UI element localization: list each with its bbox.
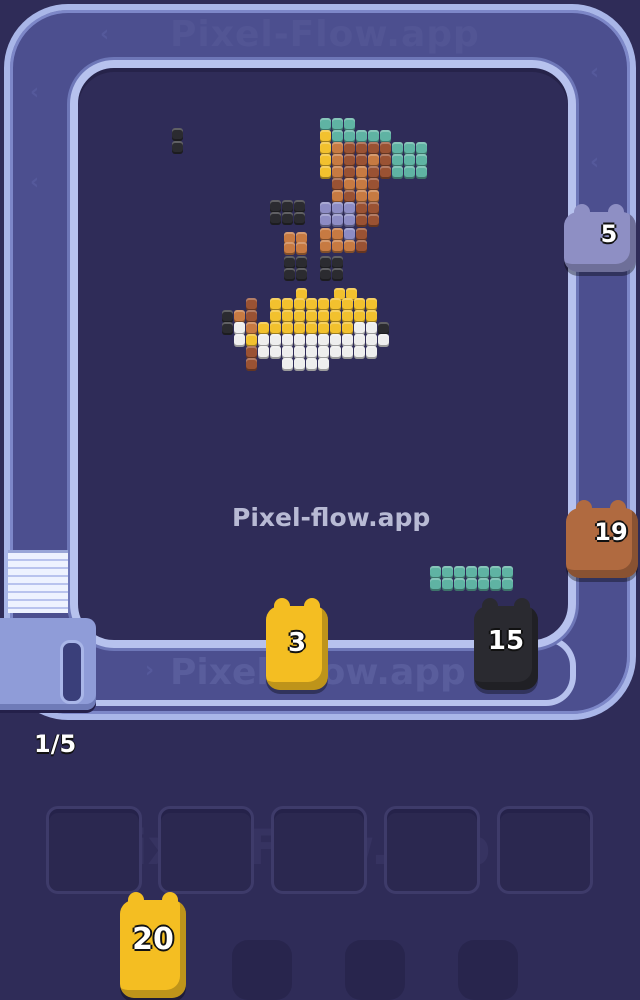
queued-shooter-placeholder [345, 940, 405, 1000]
pixel-cube [234, 334, 245, 347]
pixel-cube [306, 358, 317, 371]
watermark-center: Pixel-flow.app [232, 503, 431, 532]
shooter-black[interactable]: 15 [474, 598, 538, 690]
holding-slot[interactable] [158, 806, 254, 894]
queued-shooter-placeholder [458, 940, 518, 1000]
pixel-cube [294, 358, 305, 371]
holding-slot[interactable] [46, 806, 142, 894]
pixel-cube [282, 212, 293, 225]
game-board: ‹ ‹ ‹ ‹ ‹ › Pixel-Flow.app Pixel-Flow.ap… [0, 0, 640, 1000]
pixel-cube [284, 268, 295, 281]
pixel-cube [330, 346, 341, 359]
pixel-cube [354, 346, 365, 359]
pixel-cube [222, 322, 233, 335]
pixel-cube [502, 578, 513, 591]
pixel-cube [392, 166, 403, 179]
shooter-count: 15 [487, 626, 525, 656]
pixel-cube [454, 578, 465, 591]
pixel-cube [404, 166, 415, 179]
pixel-cube [332, 214, 343, 227]
pixel-cube [344, 240, 355, 253]
pixel-cube [296, 242, 307, 255]
pixel-cube [320, 240, 331, 253]
pixel-cube [356, 240, 367, 253]
pixel-cube [318, 358, 329, 371]
pixel-cube [332, 240, 343, 253]
holding-slot[interactable] [384, 806, 480, 894]
pixel-cube [342, 346, 353, 359]
pixel-cube [270, 346, 281, 359]
pixel-cube [442, 578, 453, 591]
shooter-yellow[interactable]: 3 [266, 598, 328, 690]
holding-slot[interactable] [497, 806, 593, 894]
pixel-cube [416, 166, 427, 179]
pixel-cube [380, 166, 391, 179]
pixel-cube [332, 268, 343, 281]
pixel-cube [320, 268, 331, 281]
pixel-cube [344, 214, 355, 227]
pixel-cube [320, 166, 331, 179]
shooter-count: 3 [287, 628, 307, 658]
pixel-cube [282, 358, 293, 371]
pixel-cube [320, 214, 331, 227]
holding-slot[interactable] [271, 806, 367, 894]
shooter-count: 20 [132, 922, 174, 957]
pixel-cube [294, 212, 305, 225]
pixel-cube [430, 578, 441, 591]
pixel-cube [284, 242, 295, 255]
pixel-cube [246, 358, 257, 371]
queued-shooter-placeholder [232, 940, 292, 1000]
queue-shooter-yellow[interactable]: 20 [120, 892, 186, 998]
shooter-lavender[interactable]: 5 [564, 204, 636, 272]
pixel-cube [172, 128, 183, 141]
pixel-cube [378, 334, 389, 347]
pixel-cube [258, 346, 269, 359]
pixel-cube [478, 578, 489, 591]
pixel-cube [172, 141, 183, 154]
pixel-cube [356, 214, 367, 227]
shooter-count: 19 [594, 518, 628, 546]
shooter-brown[interactable]: 19 [566, 500, 638, 578]
pixel-cube [466, 578, 477, 591]
pixel-cube [296, 268, 307, 281]
pixel-cube [368, 214, 379, 227]
pixel-cube [490, 578, 501, 591]
pixel-cube [366, 346, 377, 359]
pixel-cube [270, 212, 281, 225]
queue-counter: 1/5 [34, 730, 77, 758]
shooter-count: 5 [600, 220, 618, 248]
